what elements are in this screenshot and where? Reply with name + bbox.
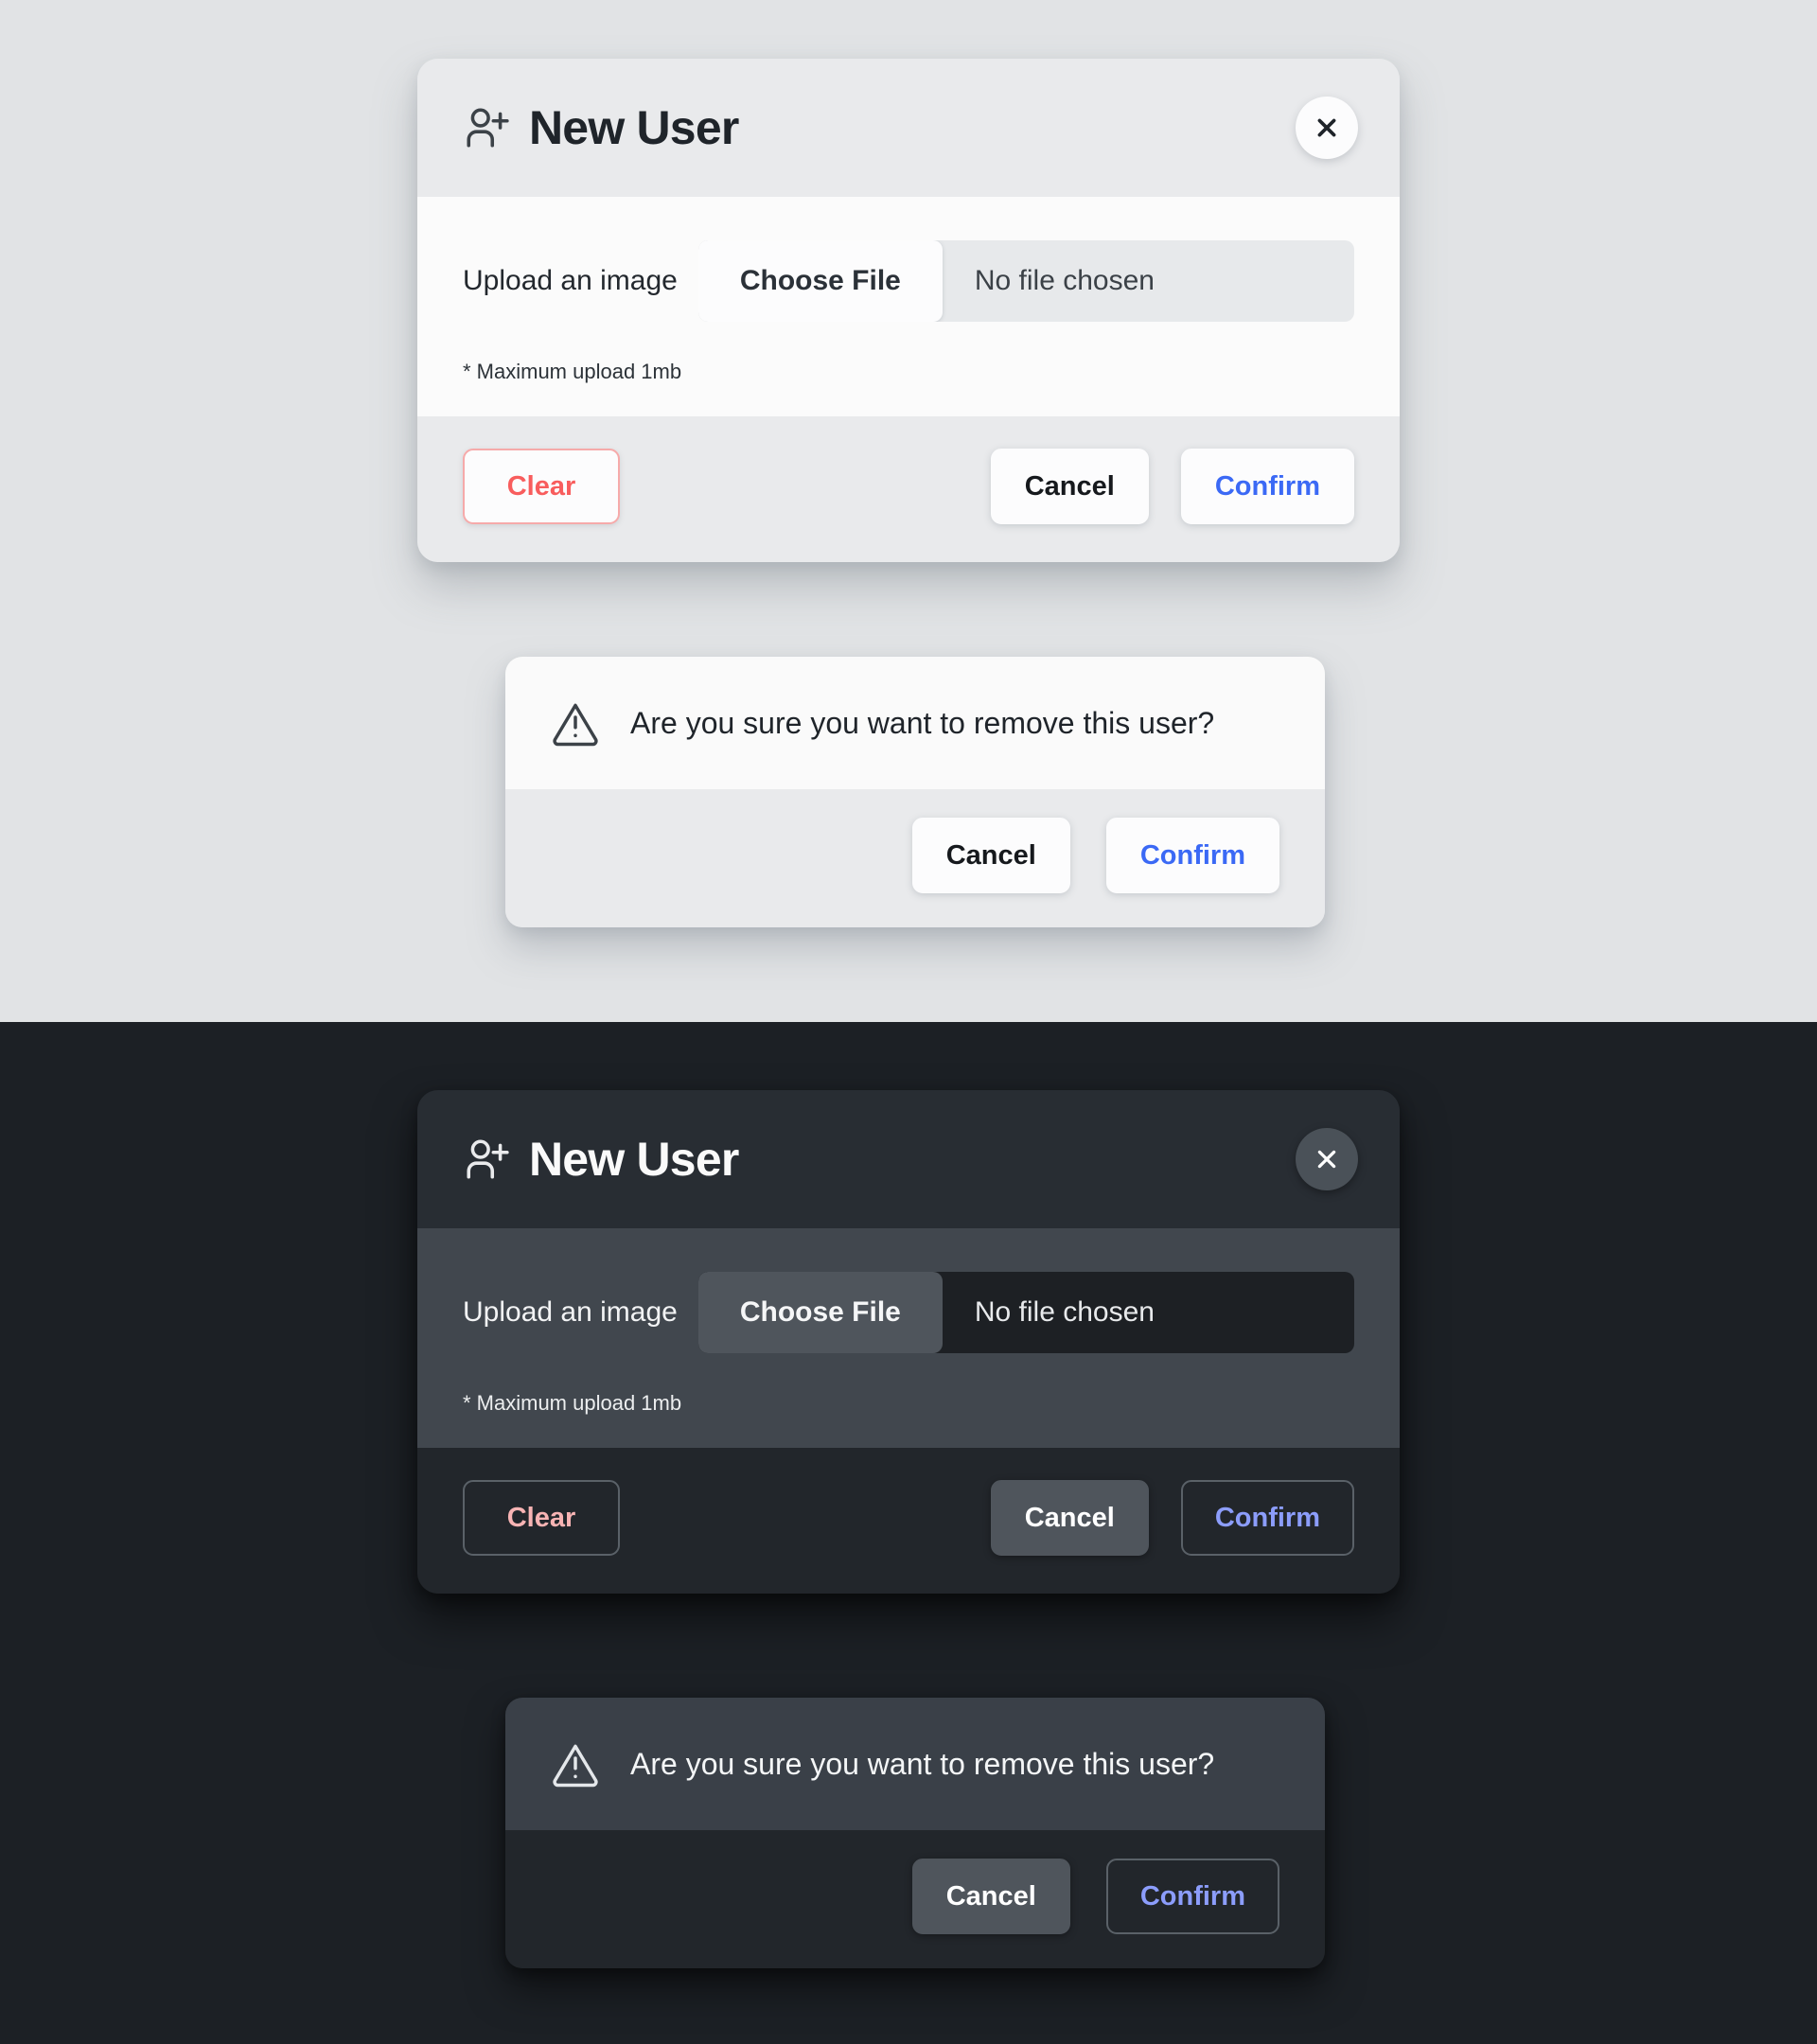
dialog-body-dark: Are you sure you want to remove this use… [505,1698,1325,1830]
dialog-confirm-button-dark[interactable]: Confirm [1105,1859,1279,1934]
close-button-light[interactable] [1296,97,1358,159]
person-plus-icon [467,1139,509,1179]
choose-file-button-dark[interactable]: Choose File [697,1272,943,1353]
upload-hint: * Maximum upload 1mb [463,360,682,383]
confirm-button-dark[interactable]: Confirm [1180,1480,1354,1556]
modal-footer-dark: Clear Cancel Confirm [417,1448,1400,1594]
dialog-footer-dark: Cancel Confirm [505,1830,1325,1968]
modal-body-dark: Upload an image Choose File No file chos… [417,1228,1400,1448]
footer-actions-light: Cancel Confirm [990,449,1354,524]
upload-label: Upload an image [463,265,678,296]
dialog-cancel-button-dark[interactable]: Cancel [911,1859,1070,1934]
upload-row-light: Upload an image Choose File No file chos… [463,240,1354,322]
dialog-cancel-button[interactable]: Cancel [911,818,1070,893]
warning-triangle-icon [553,1744,598,1788]
person-plus-icon [467,108,509,148]
cancel-button-dark[interactable]: Cancel [990,1480,1149,1556]
modal-header-left-dark: New User [463,1132,1296,1187]
remove-user-dialog-dark: Are you sure you want to remove this use… [505,1698,1325,1968]
clear-button[interactable]: Clear [463,449,620,524]
file-status-text: No file chosen [974,265,1155,296]
new-user-modal-light: New User Upload an image Choose File No … [417,59,1400,562]
dialog-confirm-button[interactable]: Confirm [1105,818,1279,893]
modal-header-left-light: New User [463,100,1296,155]
new-user-modal-dark: New User Upload an image Choose File No … [417,1090,1400,1594]
page-title-dark: New User [529,1133,739,1186]
upload-label-dark: Upload an image [463,1296,678,1328]
file-status-text-dark: No file chosen [974,1296,1155,1328]
modal-header-dark: New User [417,1090,1400,1228]
clear-button-dark[interactable]: Clear [463,1480,620,1556]
remove-user-dialog-light: Are you sure you want to remove this use… [505,657,1325,927]
warning-triangle-icon [553,703,598,747]
confirm-button[interactable]: Confirm [1180,449,1354,524]
file-input-control-light[interactable]: Choose File No file chosen [697,240,1354,322]
cancel-button[interactable]: Cancel [990,449,1149,524]
page-title: New User [529,101,739,154]
choose-file-button[interactable]: Choose File [697,240,943,322]
dialog-message: Are you sure you want to remove this use… [630,705,1215,740]
modal-header-light: New User [417,59,1400,197]
footer-actions-dark: Cancel Confirm [990,1480,1354,1556]
file-input-control-dark[interactable]: Choose File No file chosen [697,1272,1354,1353]
modal-footer-light: Clear Cancel Confirm [417,416,1400,562]
close-icon [1317,1150,1336,1169]
modal-body-light: Upload an image Choose File No file chos… [417,197,1400,416]
page-root: New User Upload an image Choose File No … [0,0,1817,2044]
dialog-footer-light: Cancel Confirm [505,789,1325,927]
dialog-message-dark: Are you sure you want to remove this use… [630,1746,1215,1781]
dialog-body-light: Are you sure you want to remove this use… [505,657,1325,789]
upload-hint-dark: * Maximum upload 1mb [463,1391,682,1415]
upload-row-dark: Upload an image Choose File No file chos… [463,1272,1354,1353]
close-icon [1317,118,1336,137]
close-button-dark[interactable] [1296,1128,1358,1190]
